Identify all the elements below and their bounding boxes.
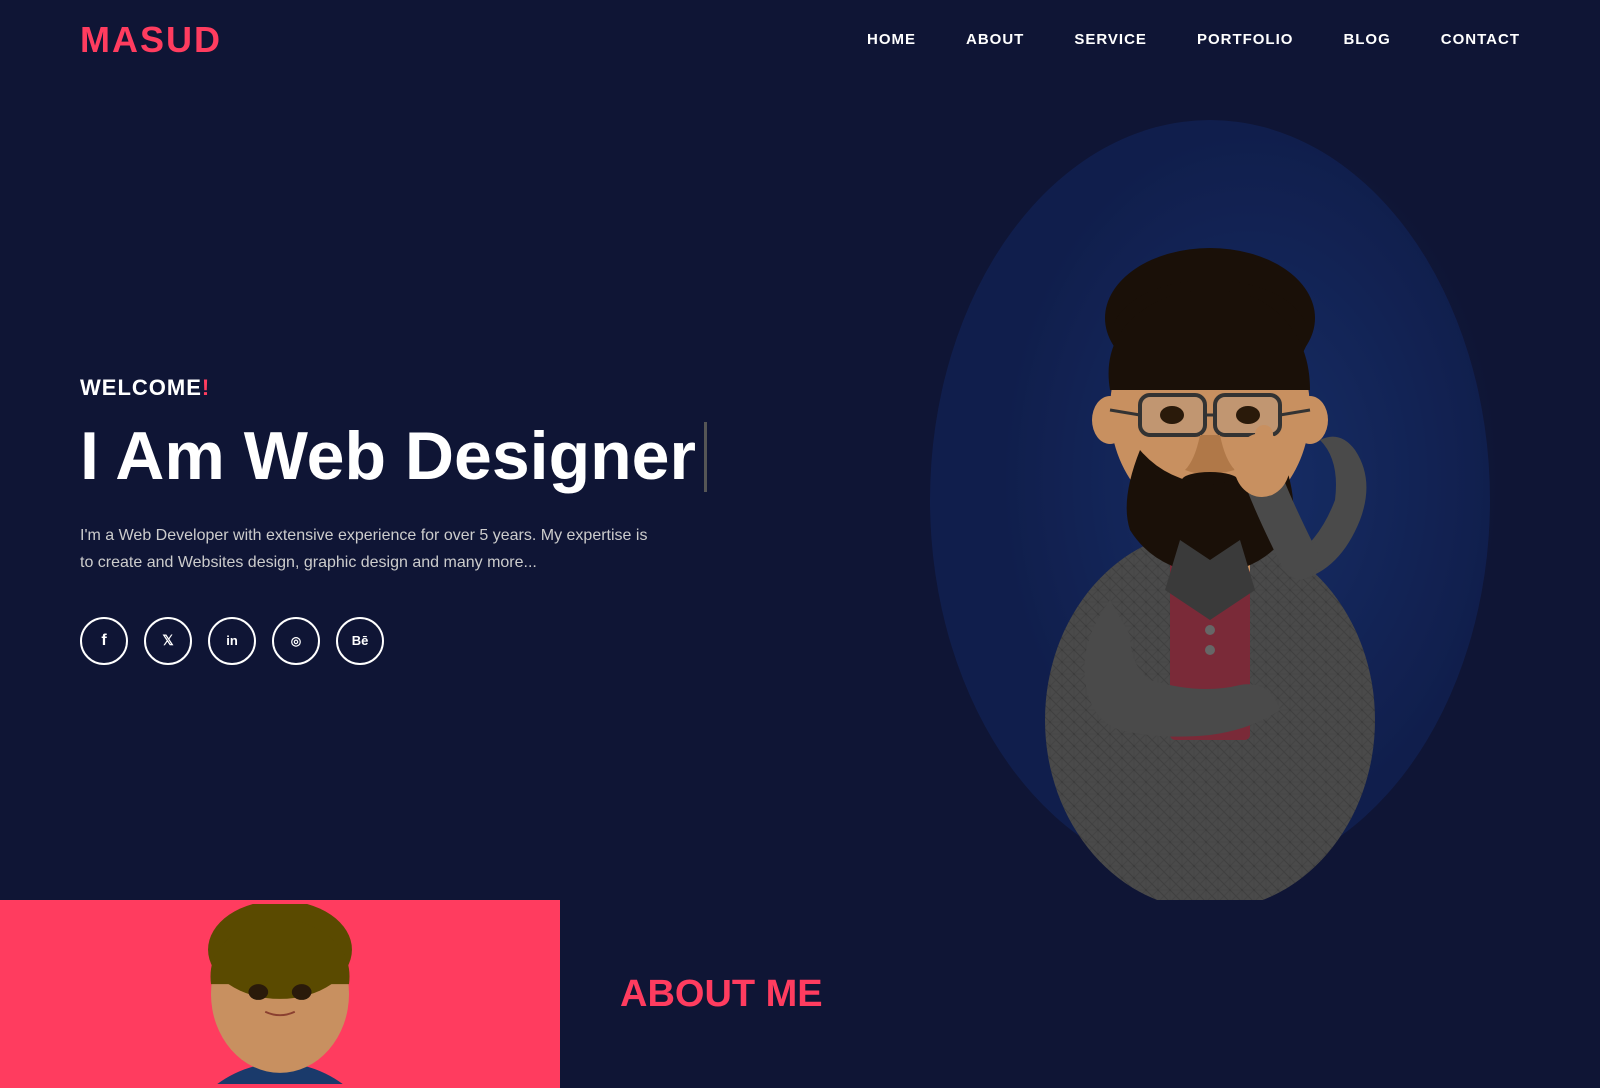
navbar: MASUD HOME ABOUT SERVICE PORTFOLIO BLOG … [0,0,1600,80]
hero-section: WELCOME! I Am Web Designer I'm a Web Dev… [0,80,1600,900]
hero-illustration [900,80,1520,900]
about-preview-section: ABOUT ME [0,900,1600,1088]
welcome-exclaim: ! [202,375,210,400]
hero-content: WELCOME! I Am Web Designer I'm a Web Dev… [80,375,780,664]
about-content: ABOUT ME [560,900,1600,1088]
twitter-icon[interactable]: 𝕏 [144,617,192,665]
nav-item-about[interactable]: ABOUT [966,31,1024,49]
nav-item-service[interactable]: SERVICE [1074,31,1147,49]
nav-item-blog[interactable]: BLOG [1343,31,1390,49]
instagram-icon[interactable]: ◎ [272,617,320,665]
about-title: ABOUT ME [620,973,823,1016]
about-title-prefix: ABOUT [620,973,766,1015]
hero-description: I'm a Web Developer with extensive exper… [80,522,650,576]
nav-item-home[interactable]: HOME [867,31,916,49]
linkedin-icon[interactable]: in [208,617,256,665]
hero-title: I Am Web Designer [80,419,780,494]
social-icons-group: f 𝕏 in ◎ Bē [80,617,780,665]
facebook-icon[interactable]: f [80,617,128,665]
about-title-accent: ME [766,973,823,1015]
welcome-text: WELCOME! [80,375,780,401]
behance-icon[interactable]: Bē [336,617,384,665]
nav-item-portfolio[interactable]: PORTFOLIO [1197,31,1294,49]
nav-item-contact[interactable]: CONTACT [1441,31,1520,49]
about-image-box [0,900,560,1088]
nav-links: HOME ABOUT SERVICE PORTFOLIO BLOG CONTAC… [867,31,1520,49]
brand-logo[interactable]: MASUD [80,19,222,61]
